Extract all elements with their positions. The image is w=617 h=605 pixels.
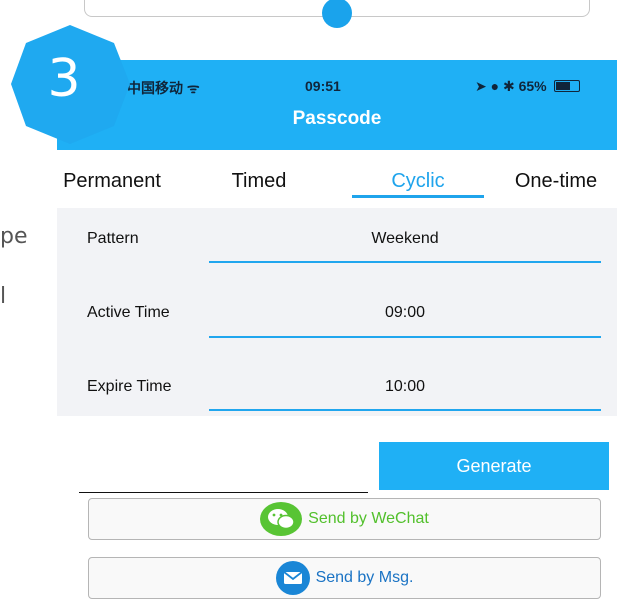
status-bar: 中国移动 ᯤ 09:51 ➤ ● ✱ 65% bbox=[57, 60, 617, 100]
phone-screen: 中国移动 ᯤ 09:51 ➤ ● ✱ 65% < Passcode Perman… bbox=[57, 60, 617, 605]
passcode-field[interactable] bbox=[79, 492, 368, 493]
send-by-wechat-button[interactable]: Send by WeChat bbox=[88, 498, 601, 540]
side-text-fragment-2: l bbox=[0, 284, 7, 309]
send-by-msg-button[interactable]: Send by Msg. bbox=[88, 557, 601, 599]
cyclic-settings-form: Pattern Weekend Active Time 09:00 Expire… bbox=[57, 208, 617, 416]
previous-step-card bbox=[84, 0, 590, 28]
card-icon bbox=[322, 0, 352, 28]
send-by-msg-label: Send by Msg. bbox=[315, 569, 414, 586]
status-time: 09:51 bbox=[305, 78, 341, 94]
active-time-label: Active Time bbox=[87, 304, 170, 321]
step-number-badge: 3 bbox=[11, 25, 130, 144]
status-indicators: ➤ ● ✱ 65% bbox=[475, 78, 547, 94]
app-header: 中国移动 ᯤ 09:51 ➤ ● ✱ 65% < Passcode bbox=[57, 60, 617, 150]
expire-time-picker[interactable]: 10:00 bbox=[209, 378, 601, 396]
expire-time-label: Expire Time bbox=[87, 378, 172, 395]
pattern-label: Pattern bbox=[87, 230, 139, 247]
tab-cyclic[interactable]: Cyclic bbox=[357, 150, 479, 208]
expire-time-underline bbox=[209, 409, 601, 411]
pattern-underline bbox=[209, 261, 601, 263]
tab-timed[interactable]: Timed bbox=[209, 150, 309, 208]
page-title: Passcode bbox=[292, 108, 382, 129]
step-number-text: 3 bbox=[47, 49, 80, 109]
message-icon bbox=[275, 561, 310, 595]
tab-one-time[interactable]: One-time bbox=[491, 150, 617, 208]
active-time-picker[interactable]: 09:00 bbox=[209, 304, 601, 322]
active-tab-underline bbox=[352, 195, 484, 198]
battery-icon bbox=[553, 80, 580, 92]
side-text-fragment-1: pe bbox=[0, 224, 28, 249]
send-by-wechat-label: Send by WeChat bbox=[308, 510, 429, 527]
wifi-icon: ᯤ bbox=[186, 80, 200, 96]
passcode-type-tabs: Permanent Timed Cyclic One-time bbox=[57, 150, 617, 208]
carrier-label: 中国移动 bbox=[127, 80, 187, 96]
wechat-icon bbox=[260, 502, 303, 536]
generate-button[interactable]: Generate bbox=[379, 442, 609, 490]
active-time-underline bbox=[209, 336, 601, 338]
tab-permanent[interactable]: Permanent bbox=[57, 150, 171, 208]
pattern-select[interactable]: Weekend bbox=[209, 230, 601, 248]
